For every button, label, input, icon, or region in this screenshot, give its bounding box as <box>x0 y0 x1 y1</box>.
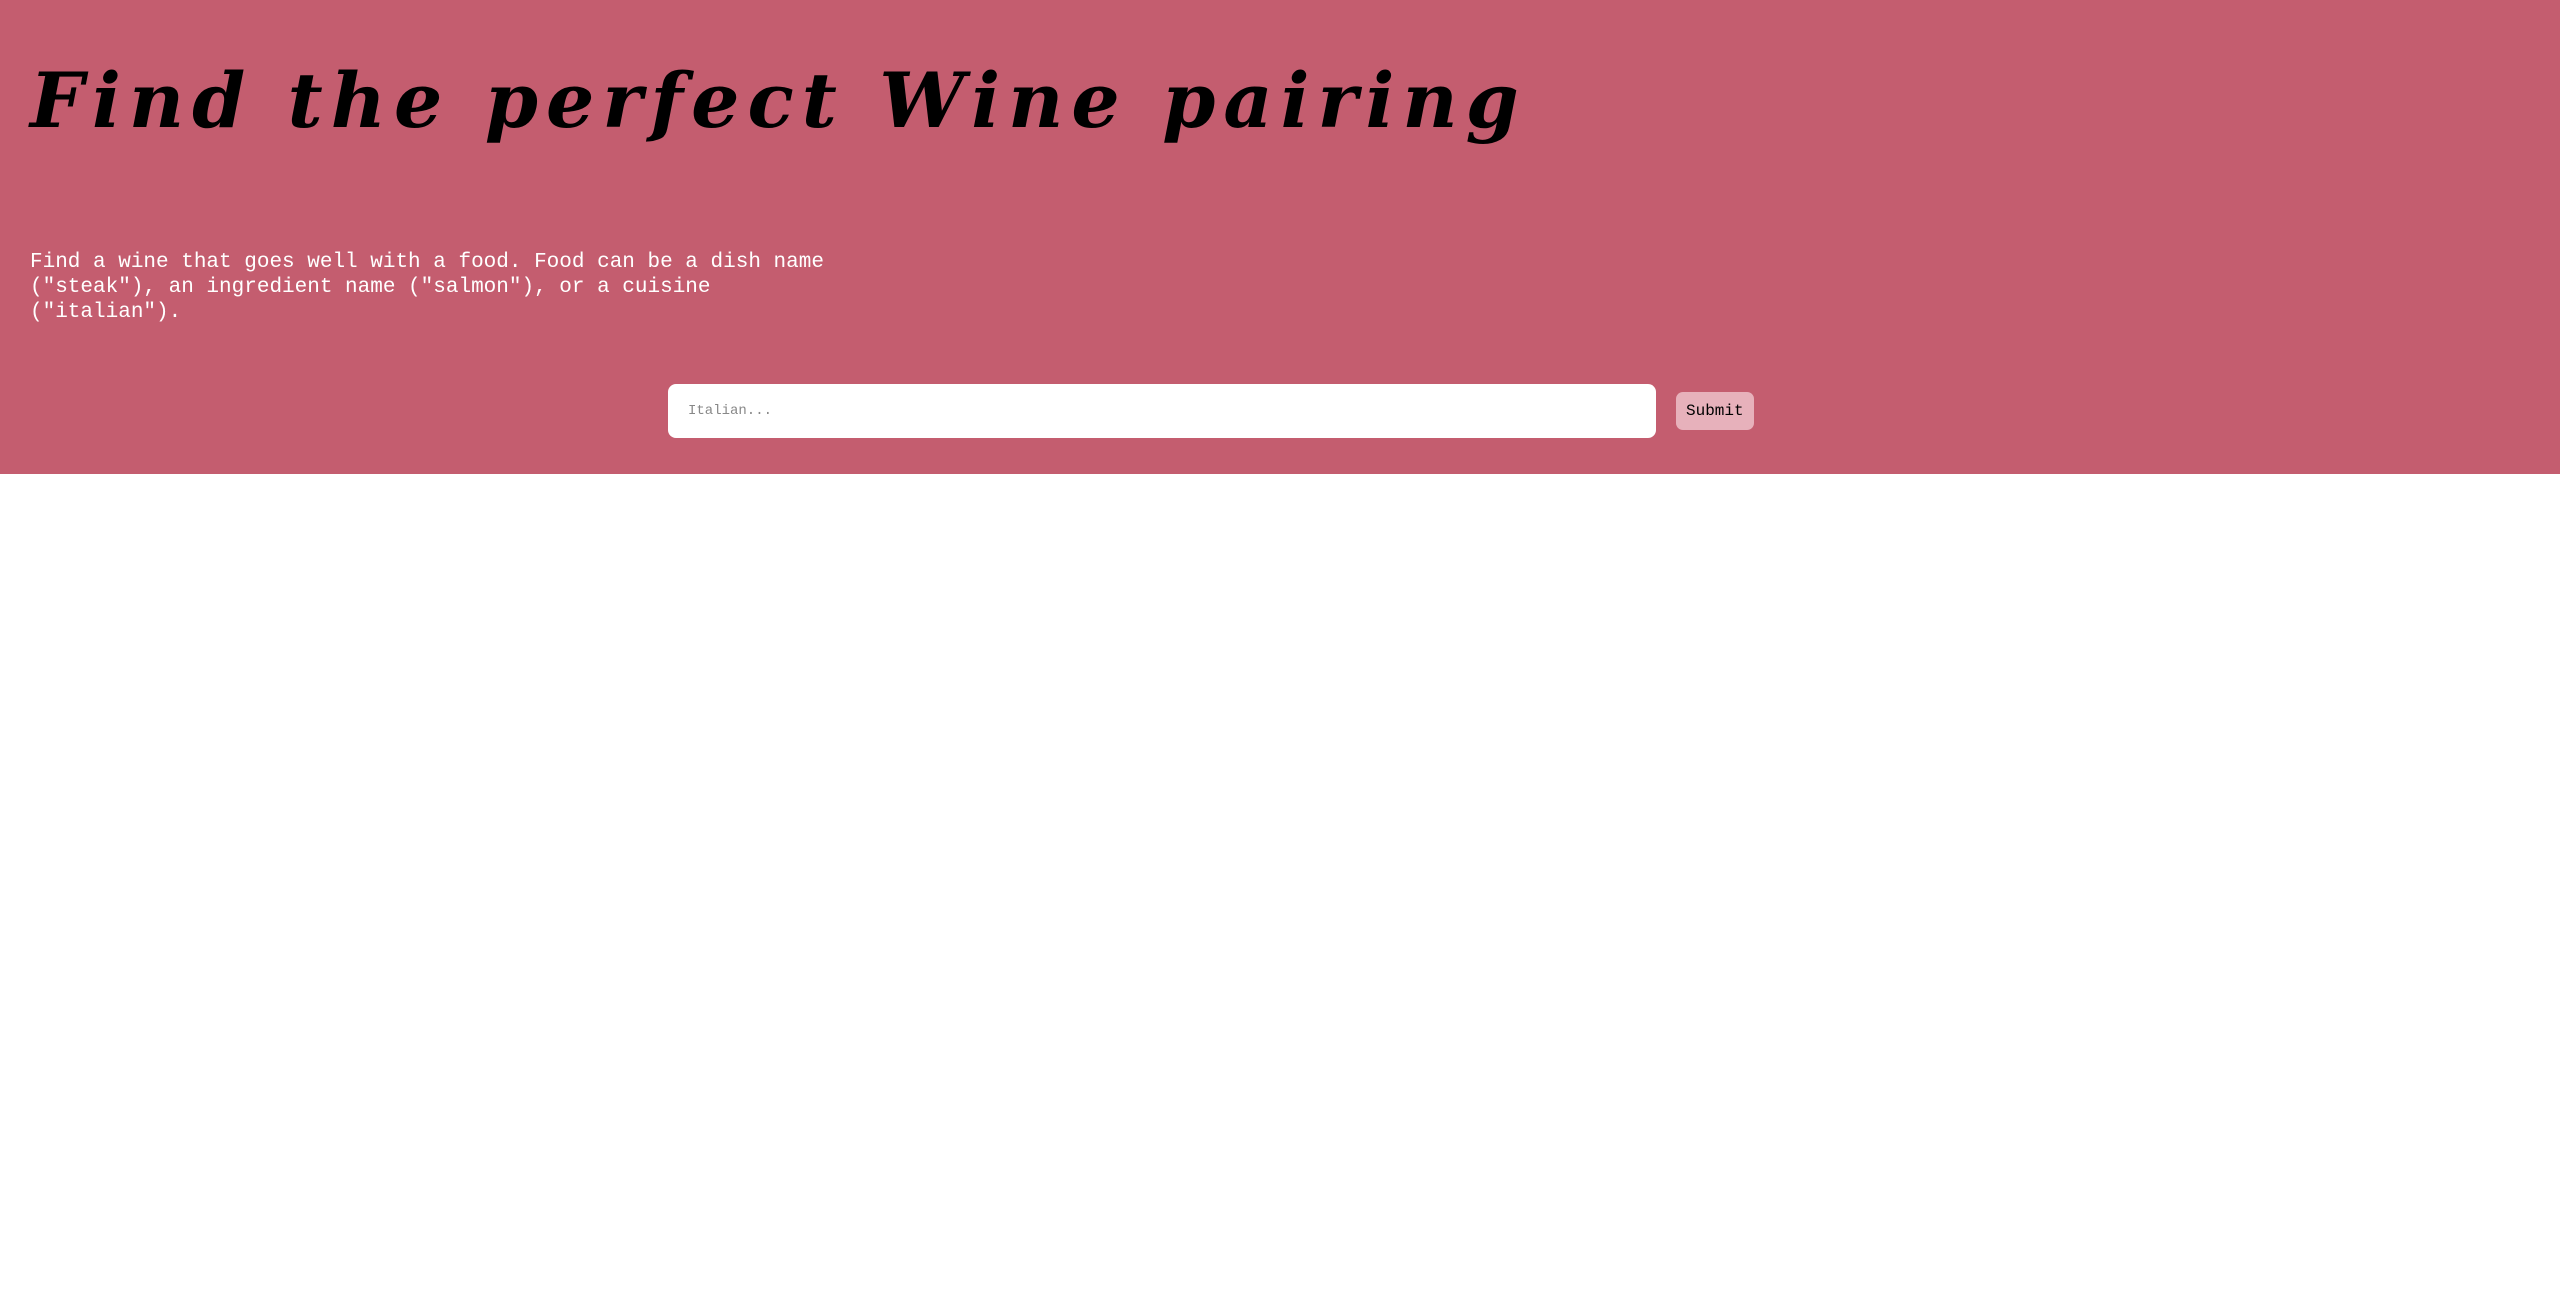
page-description: Find a wine that goes well with a food. … <box>30 251 824 324</box>
hero-banner: Find the perfect Wine pairing Find a win… <box>0 0 2560 474</box>
results-area <box>0 474 2560 1306</box>
submit-button[interactable]: Submit <box>1676 392 1754 430</box>
page-title: Find the perfect Wine pairing <box>30 56 1527 145</box>
food-search-input[interactable] <box>668 384 1656 438</box>
search-form: Submit <box>668 384 1754 438</box>
